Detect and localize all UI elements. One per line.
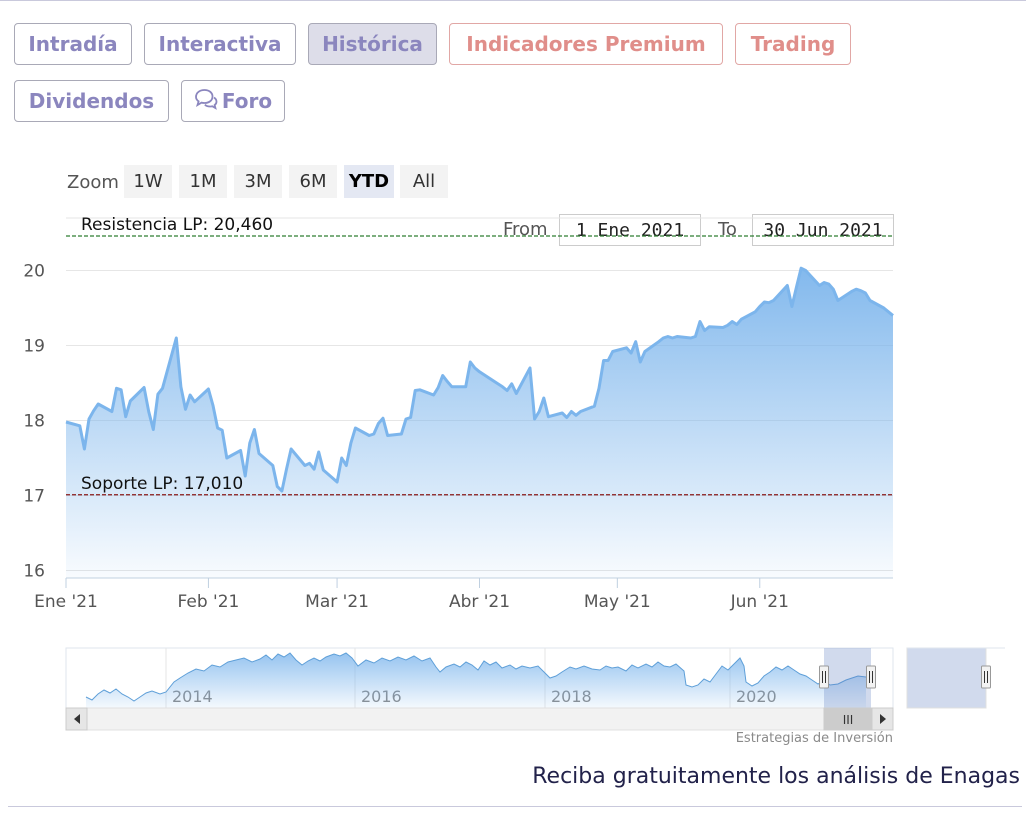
promo-text[interactable]: Reciba gratuitamente los análisis de Ena… <box>532 764 1020 789</box>
chart-credits[interactable]: Estrategias de Inversión <box>700 731 893 746</box>
navigator-left-handle[interactable] <box>819 665 829 689</box>
y-tick-label: 19 <box>23 337 45 357</box>
x-tick-label: Ene '21 <box>34 592 98 612</box>
series-area <box>66 268 893 578</box>
x-tick-label: Mar '21 <box>305 592 369 612</box>
scrollbar-grip: III <box>843 713 854 727</box>
resistance-label: Resistencia LP: 20,460 <box>81 215 273 235</box>
y-tick-label: 20 <box>23 262 45 282</box>
y-tick-label: 16 <box>23 562 45 582</box>
y-tick-label: 18 <box>23 412 45 432</box>
support-label: Soporte LP: 17,010 <box>81 474 243 494</box>
x-tick-label: Feb '21 <box>178 592 240 612</box>
scrollbar-track[interactable] <box>65 707 894 731</box>
x-tick-label: Jun '21 <box>730 592 789 612</box>
x-tick-label: May '21 <box>584 592 651 612</box>
y-tick-label: 17 <box>23 487 45 507</box>
price-chart[interactable]: Resistencia LP: 20,460 Soporte LP: 17,010… <box>0 0 1026 825</box>
navigator-preview <box>906 647 987 709</box>
navigator-right-handle[interactable] <box>866 665 876 689</box>
x-tick-label: Abr '21 <box>449 592 510 612</box>
bottom-divider <box>8 806 1022 807</box>
navigator-preview-handle[interactable] <box>981 665 991 689</box>
navigator-selection[interactable] <box>824 648 871 708</box>
